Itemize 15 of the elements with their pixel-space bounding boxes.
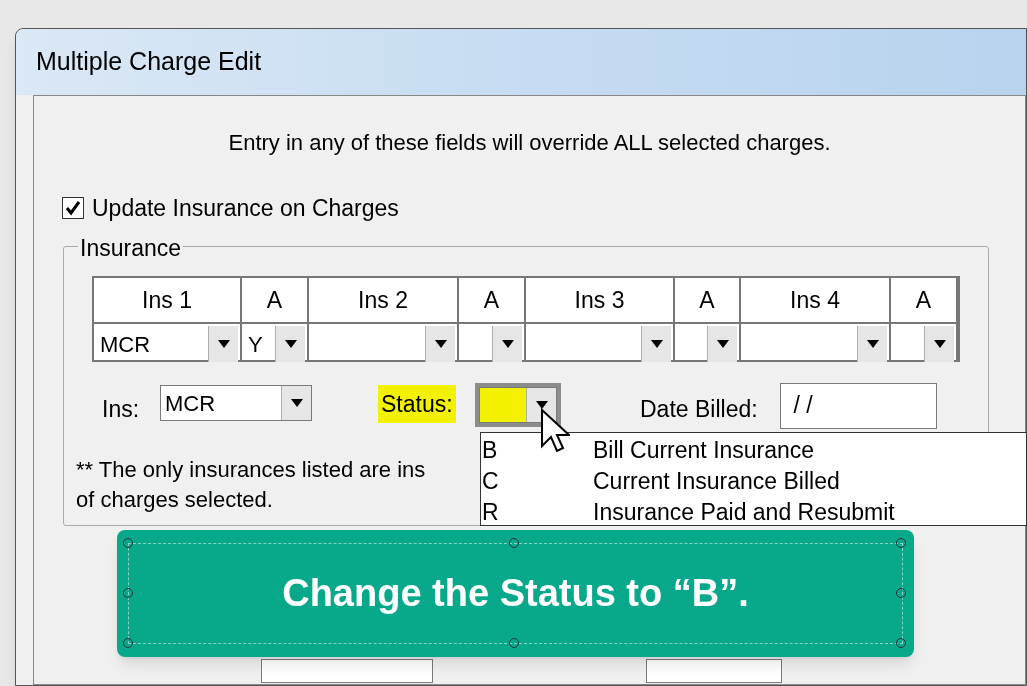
callout-text: Change the Status to “B”. [282, 571, 749, 616]
date-billed-label: Date Billed: [640, 395, 758, 424]
note-text: of charges selected. [76, 486, 273, 514]
status-label: Status: [378, 385, 456, 423]
date-billed-field[interactable]: / / [780, 383, 937, 429]
ins-label: Ins: [102, 395, 140, 424]
notice-text: Entry in any of these fields will override ALL selected charges. [228, 129, 831, 157]
note-text: ** The only insurances listed are ins [76, 456, 426, 484]
dropdown-field[interactable]: MCR [160, 385, 312, 421]
dropdown-option[interactable]: R Insurance Paid and Resubmit [481, 497, 1026, 528]
dropdown-option[interactable]: B Bill Current Insurance [481, 435, 1026, 466]
dropdown-field[interactable]: MCR [96, 326, 238, 362]
checkbox-label: Update Insurance on Charges [92, 194, 399, 223]
window-title: Multiple Charge Edit [36, 46, 262, 78]
dropdown-option[interactable]: C Current Insurance Billed [481, 466, 1026, 497]
